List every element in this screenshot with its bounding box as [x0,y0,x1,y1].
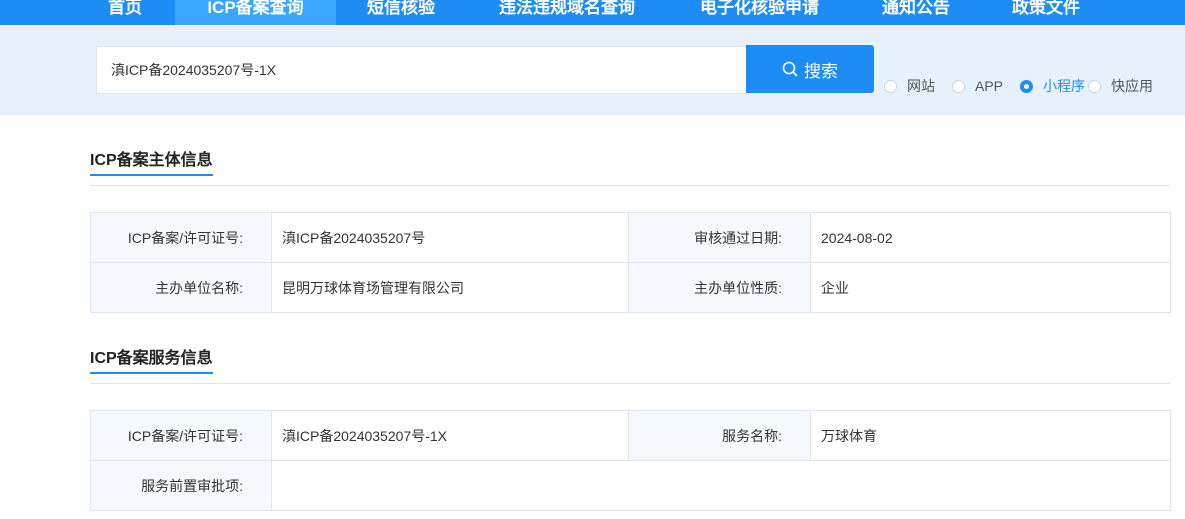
radio-label: 小程序 [1043,78,1085,94]
service-section-title: ICP备案服务信息 [90,348,213,374]
radio-checked-icon [1020,79,1033,93]
service-name-value: 万球体育 [810,410,1171,461]
service-license-value: 滇ICP备2024035207号-1X [271,410,629,461]
radio-circle-icon [952,79,965,93]
nav-item-illegal-domain[interactable]: 违法违规域名查询 [482,0,652,25]
subject-info-table: ICP备案/许可证号: 滇ICP备2024035207号 审核通过日期: 202… [90,212,1171,313]
nav-item-sms-verify[interactable]: 短信核验 [350,0,452,25]
subject-section-title: ICP备案主体信息 [90,150,213,176]
nav-item-home[interactable]: 首页 [90,0,160,25]
organizer-type-label: 主办单位性质: [628,262,811,313]
section-divider [90,185,1170,186]
nav-item-e-verify[interactable]: 电子化核验申请 [682,0,837,25]
service-license-label: ICP备案/许可证号: [90,410,272,461]
radio-label: 快应用 [1111,78,1153,94]
approval-date-value: 2024-08-02 [810,212,1171,263]
nav-item-icp-query[interactable]: ICP备案查询 [175,0,336,25]
table-row: 服务前置审批项: [90,460,1171,511]
pre-approval-label: 服务前置审批项: [90,460,272,511]
table-row: ICP备案/许可证号: 滇ICP备2024035207号-1X 服务名称: 万球… [90,410,1171,461]
search-button-label: 搜索 [804,61,838,81]
license-number-label: ICP备案/许可证号: [90,212,272,263]
radio-app[interactable]: APP [952,75,1003,97]
service-name-label: 服务名称: [628,410,811,461]
search-input[interactable] [96,46,747,94]
license-number-value: 滇ICP备2024035207号 [271,212,629,263]
radio-label: 网站 [907,78,935,94]
radio-circle-icon [1088,79,1101,93]
pre-approval-value [271,460,1171,511]
organizer-name-value: 昆明万球体育场管理有限公司 [271,262,629,313]
radio-quick-app[interactable]: 快应用 [1088,75,1153,97]
radio-website[interactable]: 网站 [884,75,935,97]
radio-label: APP [975,78,1004,94]
organizer-type-value: 企业 [810,262,1171,313]
search-icon [782,61,798,77]
radio-mini-program[interactable]: 小程序 [1020,75,1085,97]
table-row: 主办单位名称: 昆明万球体育场管理有限公司 主办单位性质: 企业 [90,262,1171,313]
section-divider [90,383,1170,384]
service-info-table: ICP备案/许可证号: 滇ICP备2024035207号-1X 服务名称: 万球… [90,410,1171,511]
search-band: 搜索 网站 APP 小程序 快应用 [0,25,1185,115]
approval-date-label: 审核通过日期: [628,212,811,263]
nav-item-notices[interactable]: 通知公告 [866,0,966,25]
top-nav: 首页 ICP备案查询 短信核验 违法违规域名查询 电子化核验申请 通知公告 政策… [0,0,1185,25]
nav-item-policy[interactable]: 政策文件 [996,0,1096,25]
search-button[interactable]: 搜索 [746,45,874,93]
organizer-name-label: 主办单位名称: [90,262,272,313]
radio-circle-icon [884,79,897,93]
table-row: ICP备案/许可证号: 滇ICP备2024035207号 审核通过日期: 202… [90,212,1171,263]
